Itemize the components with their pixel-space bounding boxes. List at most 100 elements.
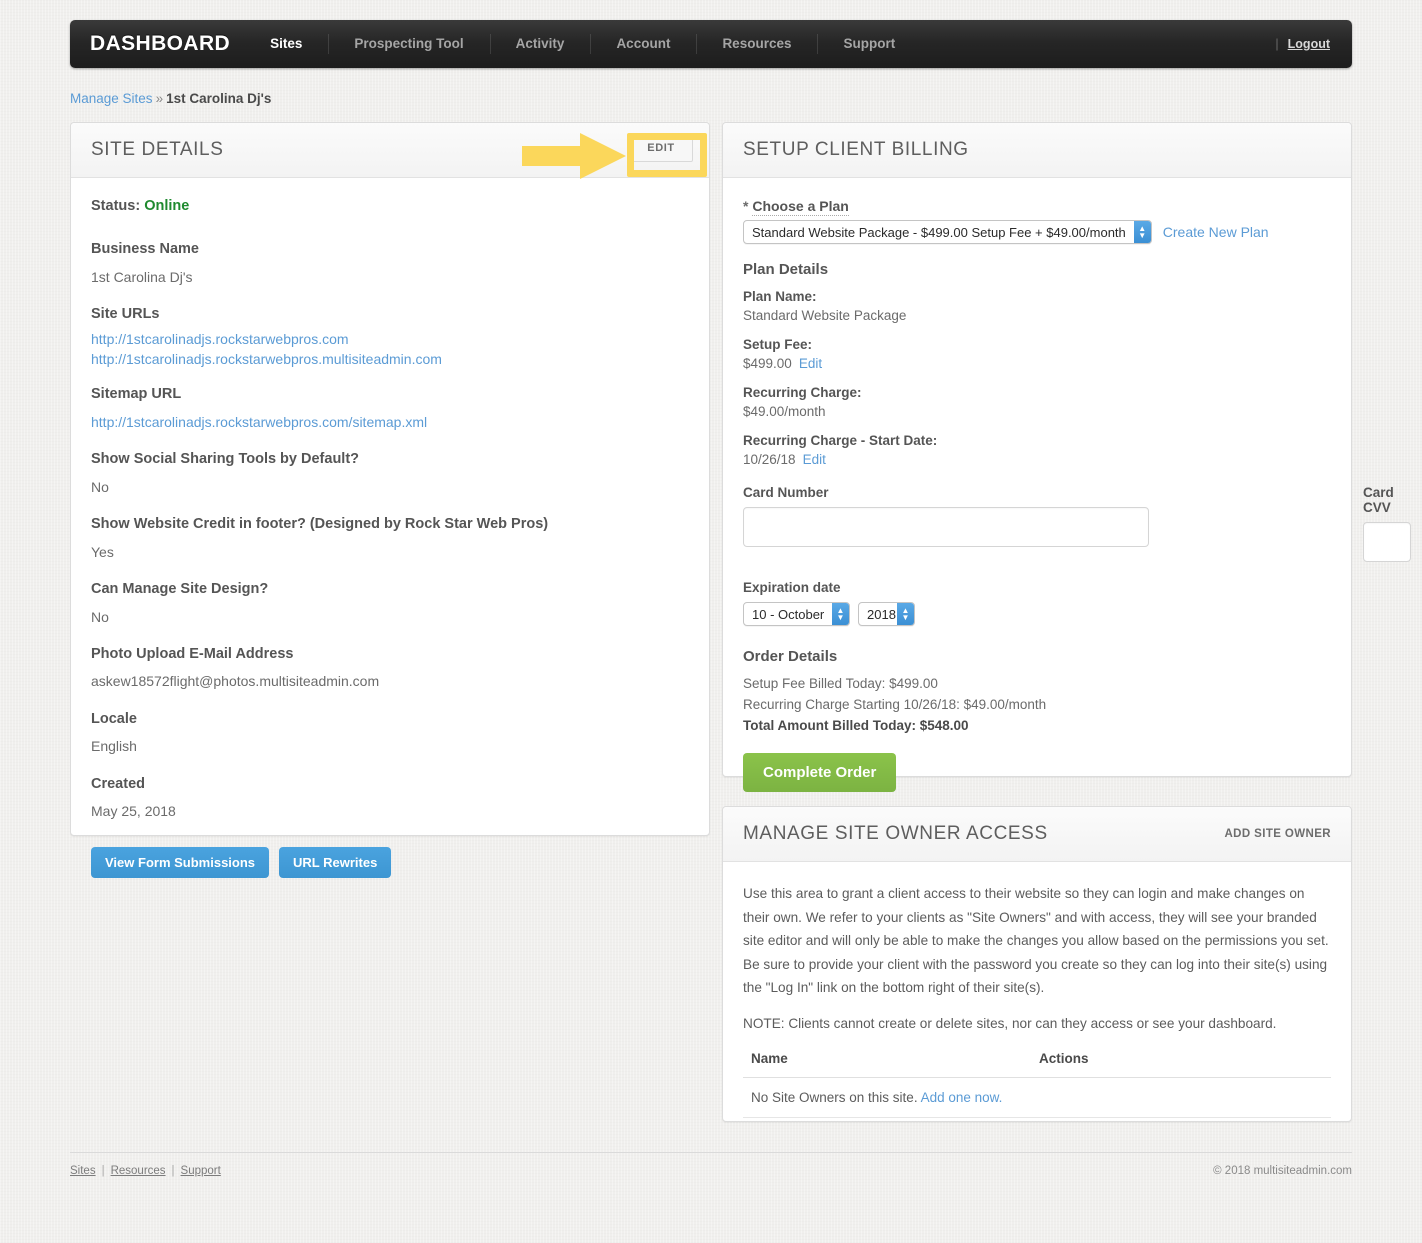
site-url-link-2[interactable]: http://1stcarolinadjs.rockstarwebpros.mu… [91, 351, 442, 367]
copyright-text: © 2018 multisiteadmin.com [1213, 1165, 1352, 1177]
status-value: Online [144, 198, 190, 214]
nav-item-account[interactable]: Account [590, 20, 696, 68]
card-number-label: Card Number [743, 485, 829, 500]
breadcrumb-current: 1st Carolina Dj's [166, 91, 272, 106]
setup-fee-edit-link[interactable]: Edit [799, 356, 822, 371]
field-business-name: Business Name 1st Carolina Dj's [91, 240, 689, 287]
owner-access-header: MANAGE SITE OWNER ACCESS ADD SITE OWNER [723, 807, 1351, 862]
card-cvv-group: Card CVV [1363, 485, 1411, 562]
chevron-updown-icon: ▲ ▼ [1133, 221, 1151, 243]
field-label: Site URLs [91, 305, 160, 322]
field-label: Show Social Sharing Tools by Default? [91, 451, 360, 468]
start-date-value: 10/26/18 [743, 452, 796, 467]
field-label: Photo Upload E-Mail Address [91, 645, 294, 662]
setup-client-billing-panel: SETUP CLIENT BILLING * Choose a Plan Sta… [722, 122, 1411, 792]
empty-state-text: No Site Owners on this site. [751, 1089, 918, 1105]
site-owners-table: Name Actions No Site Owners on this site… [743, 1050, 1331, 1118]
site-url-link-1[interactable]: http://1stcarolinadjs.rockstarwebpros.co… [91, 331, 349, 347]
expiration-month-value: 10 - October [752, 606, 825, 622]
edit-button[interactable]: EDIT [629, 134, 693, 162]
field-value: English [91, 738, 137, 755]
card-number-group: Card Number [743, 485, 1149, 547]
recurring-start-date-field: Recurring Charge - Start Date: 10/26/18 E… [743, 433, 1331, 467]
nav-item-support[interactable]: Support [817, 20, 921, 68]
field-sitemap-url: Sitemap URL http://1stcarolinadjs.rockst… [91, 385, 689, 432]
start-date-value-row: 10/26/18 Edit [743, 452, 1331, 467]
status-label: Status: [91, 198, 141, 214]
field-value: No [91, 608, 109, 625]
page-title: SITE DETAILS [91, 139, 224, 160]
start-date-edit-link[interactable]: Edit [803, 452, 826, 467]
plan-name-label: Plan Name: [743, 289, 817, 304]
setup-fee-field: Setup Fee: $499.00 Edit [743, 337, 1331, 371]
manage-site-owner-access-panel: MANAGE SITE OWNER ACCESS ADD SITE OWNER … [722, 806, 1352, 1122]
field-value: askew18572flight@photos.multisiteadmin.c… [91, 673, 380, 690]
complete-order-button[interactable]: Complete Order [743, 752, 897, 792]
plan-details-heading: Plan Details [743, 261, 829, 278]
nav-right-group: | Logout [1275, 37, 1352, 51]
add-site-owner-button[interactable]: ADD SITE OWNER [1224, 828, 1331, 840]
field-label: Sitemap URL [91, 386, 182, 403]
expiration-month-select[interactable]: 10 - October ▲ ▼ [743, 602, 850, 626]
field-site-urls: Site URLs http://1stcarolinadjs.rockstar… [91, 305, 689, 368]
chevron-updown-icon: ▲ ▼ [897, 603, 914, 625]
field-label: Business Name [91, 241, 199, 257]
nav-item-sites[interactable]: Sites [244, 20, 328, 68]
expiration-date-label: Expiration date [743, 580, 841, 595]
top-navigation-bar: DASHBOARD Sites Prospecting Tool Activit… [70, 20, 1352, 68]
card-cvv-label: Card CVV [1363, 485, 1394, 515]
site-url-list: http://1stcarolinadjs.rockstarwebpros.co… [91, 331, 689, 367]
setup-fee-label: Setup Fee: [743, 337, 813, 352]
plan-name-value: Standard Website Package [743, 308, 907, 323]
column-header-name: Name [743, 1050, 1031, 1078]
order-line-setup-fee: Setup Fee Billed Today: $499.00 [743, 676, 938, 691]
card-cvv-input[interactable] [1363, 522, 1411, 562]
owner-access-title: MANAGE SITE OWNER ACCESS [743, 823, 1048, 844]
plan-select[interactable]: Standard Website Package - $499.00 Setup… [743, 220, 1152, 244]
field-can-manage-site-design: Can Manage Site Design? No [91, 580, 689, 627]
nav-item-activity[interactable]: Activity [489, 20, 591, 68]
footer-link-sites[interactable]: Sites [70, 1165, 96, 1177]
field-show-website-credit: Show Website Credit in footer? (Designed… [91, 515, 689, 562]
plan-select-value: Standard Website Package - $499.00 Setup… [752, 224, 1126, 240]
table-row: No Site Owners on this site. Add one now… [743, 1077, 1331, 1118]
site-details-panel: SITE DETAILS EDIT Status: Online Busines… [70, 122, 710, 879]
field-photo-upload-email: Photo Upload E-Mail Address askew18572fl… [91, 645, 689, 692]
footer-separator: | [171, 1165, 175, 1177]
field-created: Created May 25, 2018 [91, 775, 689, 822]
column-header-actions: Actions [1031, 1050, 1331, 1078]
breadcrumb: Manage Sites» 1st Carolina Dj's [70, 91, 271, 106]
field-value: 1st Carolina Dj's [91, 268, 193, 285]
start-date-label: Recurring Charge - Start Date: [743, 433, 938, 448]
create-new-plan-link[interactable]: Create New Plan [1163, 224, 1269, 240]
expiration-year-select[interactable]: 2018 ▲ ▼ [858, 602, 915, 626]
choose-plan-label-text: Choose a Plan [752, 198, 849, 216]
expiration-year-value: 2018 [867, 606, 896, 622]
page-footer: Sites | Resources | Support © 2018 multi… [70, 1152, 1352, 1177]
breadcrumb-separator: » [155, 91, 164, 106]
field-label: Can Manage Site Design? [91, 581, 269, 597]
chevron-updown-icon: ▲ ▼ [832, 603, 849, 625]
url-rewrites-button[interactable]: URL Rewrites [279, 847, 392, 879]
owner-access-note: NOTE: Clients cannot create or delete si… [743, 1015, 1277, 1031]
footer-link-support[interactable]: Support [181, 1165, 221, 1177]
breadcrumb-manage-sites-link[interactable]: Manage Sites [70, 91, 153, 106]
site-details-actions: View Form Submissions URL Rewrites [91, 847, 689, 879]
nav-item-prospecting-tool[interactable]: Prospecting Tool [328, 20, 489, 68]
field-label: Created [91, 775, 145, 792]
footer-separator: | [101, 1165, 105, 1177]
field-value: Yes [91, 543, 114, 560]
recurring-charge-label: Recurring Charge: [743, 385, 862, 400]
owner-access-body: Use this area to grant a client access t… [723, 862, 1351, 1140]
nav-separator: | [1275, 37, 1279, 51]
order-details-heading: Order Details [743, 648, 838, 665]
add-one-now-link[interactable]: Add one now. [921, 1090, 1003, 1105]
card-number-input[interactable] [743, 507, 1149, 547]
logout-link[interactable]: Logout [1288, 37, 1330, 51]
footer-link-resources[interactable]: Resources [111, 1165, 166, 1177]
view-form-submissions-button[interactable]: View Form Submissions [91, 847, 270, 879]
expiration-date-row: 10 - October ▲ ▼ 2018 ▲ ▼ [743, 602, 1331, 626]
sitemap-url-link[interactable]: http://1stcarolinadjs.rockstarwebpros.co… [91, 414, 427, 430]
nav-item-resources[interactable]: Resources [696, 20, 817, 68]
nav-items: Sites Prospecting Tool Activity Account … [244, 20, 921, 68]
